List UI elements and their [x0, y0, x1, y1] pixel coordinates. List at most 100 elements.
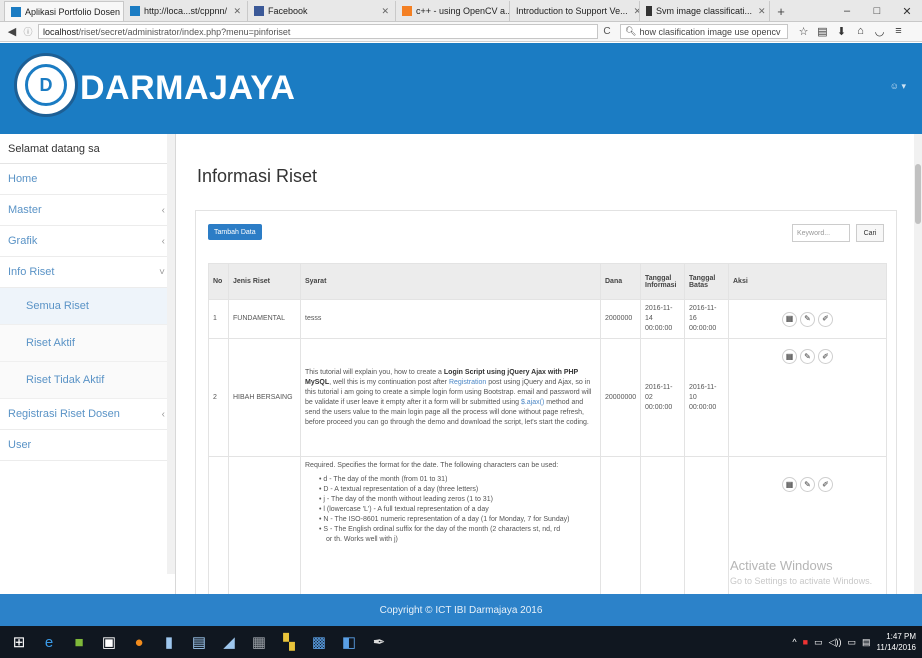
- maximize-icon[interactable]: □: [862, 0, 892, 22]
- main-content: Informasi Riset Tambah Data Keyword... C…: [177, 134, 914, 594]
- reload-icon[interactable]: C: [598, 26, 616, 37]
- photoshop-icon[interactable]: ▩: [304, 626, 334, 658]
- browser-tab[interactable]: c++ - using OpenCV a... ✕: [396, 1, 510, 21]
- add-data-button[interactable]: Tambah Data: [208, 224, 262, 240]
- browser-tab[interactable]: http://loca...st/cppnn/ ✕: [124, 1, 248, 21]
- user-menu[interactable]: ☺ ▾: [890, 81, 906, 92]
- list-item-text: d - The day of the month (from 01 to 31): [323, 476, 448, 483]
- detail-icon[interactable]: ▦: [782, 311, 797, 327]
- minimize-icon[interactable]: –: [832, 0, 862, 22]
- list-item: • D - A textual representation of a day …: [319, 486, 479, 493]
- close-icon[interactable]: ✕: [375, 6, 389, 17]
- list-item-text: D - A textual representation of a day (t…: [323, 486, 479, 493]
- download-icon[interactable]: ⬇: [832, 25, 851, 38]
- list-item-text: j - The day of the month without leading…: [323, 496, 493, 503]
- cell-no: 1: [208, 299, 229, 339]
- close-window-icon[interactable]: ✕: [892, 0, 922, 22]
- activate-windows-watermark: Activate Windows: [730, 558, 833, 573]
- welcome-text: Selamat datang sa: [0, 134, 175, 164]
- list-item: • l (lowercase 'L') - A full textual rep…: [319, 506, 489, 513]
- detail-icon[interactable]: ▦: [782, 349, 797, 364]
- brand-title: DARMAJAYA: [80, 69, 296, 107]
- search-button[interactable]: Cari: [856, 224, 884, 242]
- keyboard-icon[interactable]: ▭: [848, 637, 857, 648]
- visual-studio-icon[interactable]: ◧: [334, 626, 364, 658]
- chevron-up-icon[interactable]: ^: [792, 637, 796, 647]
- registration-link[interactable]: Registration: [449, 379, 486, 386]
- info-icon[interactable]: ⓘ: [20, 24, 36, 40]
- cell-tanggal-informasi: [640, 456, 685, 594]
- browser-tab[interactable]: Facebook ✕: [248, 1, 396, 21]
- back-icon[interactable]: ◀: [4, 24, 20, 40]
- tab-label: Svm image classificati...: [656, 6, 753, 16]
- page-scrollbar[interactable]: [914, 134, 922, 594]
- bookmark-star-icon[interactable]: ☆: [794, 25, 813, 38]
- sidebar-item-user[interactable]: User: [0, 430, 175, 461]
- close-icon[interactable]: ✕: [227, 6, 241, 17]
- windows-taskbar: ⊞ e ■ ▣ ● ▮ ▤ ◢ ▦ ▚ ▩ ◧ ✒ ^ ■ ▭ ◁)) ▭ ▤ …: [0, 626, 922, 658]
- detail-icon[interactable]: ▦: [782, 477, 797, 492]
- delete-icon[interactable]: ✐: [818, 349, 833, 364]
- notepad-icon[interactable]: ▤: [184, 626, 214, 658]
- file-explorer-icon[interactable]: ▣: [94, 626, 124, 658]
- new-tab-button[interactable]: +: [770, 1, 792, 21]
- edit-icon[interactable]: ✎: [800, 349, 815, 364]
- list-item: • N - The ISO-8601 numeric representatio…: [319, 516, 570, 523]
- cell-tanggal-informasi: 2016-11-14 00:00:00: [640, 299, 685, 339]
- sidebar-subitem-riset-tidak-aktif[interactable]: Riset Tidak Aktif: [0, 362, 175, 399]
- browser-nav-bar: ◀ ⓘ localhost /riset/secret/administrato…: [0, 22, 922, 42]
- firefox-icon[interactable]: ●: [124, 626, 154, 658]
- browser-tab[interactable]: Svm image classificati... ✕: [640, 1, 770, 21]
- system-tray: ^ ■ ▭ ◁)) ▭ ▤ 1:47 PM 11/14/2016: [792, 626, 916, 658]
- notification-icon[interactable]: ▤: [862, 637, 871, 648]
- sidebar-item-grafik[interactable]: Grafik ‹: [0, 226, 175, 257]
- browser-tab[interactable]: Aplikasi Portfolio Dosen ✕: [4, 1, 124, 21]
- network-icon[interactable]: ▭: [814, 637, 823, 648]
- windows-start-icon[interactable]: ⊞: [4, 626, 34, 658]
- sidebar-item-registrasi[interactable]: Registrasi Riset Dosen ‹: [0, 399, 175, 430]
- cell-no: 2: [208, 338, 229, 457]
- sidebar-item-label: Home: [8, 173, 38, 185]
- sidebar-scrollbar[interactable]: [167, 134, 175, 574]
- sidebar-subitem-riset-aktif[interactable]: Riset Aktif: [0, 325, 175, 362]
- ajax-link[interactable]: $.ajax(): [521, 399, 544, 406]
- calculator-icon[interactable]: ▦: [244, 626, 274, 658]
- table-header-row: No Jenis Riset Syarat Dana Tanggal Infor…: [208, 263, 887, 300]
- sidebar-subitem-semua-riset[interactable]: Semua Riset: [0, 288, 175, 325]
- tab-label: c++ - using OpenCV a...: [416, 6, 510, 16]
- delete-icon[interactable]: ✐: [818, 311, 833, 327]
- clock-time: 1:47 PM: [886, 632, 916, 641]
- sidebar-item-master[interactable]: Master ‹: [0, 195, 175, 226]
- edit-icon[interactable]: ✎: [800, 311, 815, 327]
- color-app-icon[interactable]: ▚: [274, 626, 304, 658]
- sidebar-item-home[interactable]: Home: [0, 164, 175, 195]
- close-icon[interactable]: ✕: [752, 6, 766, 17]
- cell-jenis: FUNDAMENTAL: [228, 299, 301, 339]
- tab-label: Facebook: [268, 6, 308, 16]
- edge-browser-icon[interactable]: e: [34, 626, 64, 658]
- reading-list-icon[interactable]: ▤: [813, 25, 832, 38]
- clock[interactable]: 1:47 PM 11/14/2016: [877, 631, 916, 653]
- pen-app-icon[interactable]: ◢: [214, 626, 244, 658]
- pocket-icon[interactable]: ◡: [870, 25, 889, 38]
- sidebar-item-info-riset[interactable]: Info Riset ˅: [0, 257, 175, 288]
- menu-icon[interactable]: ≡: [889, 25, 908, 38]
- volume-icon[interactable]: ◁)): [829, 637, 842, 648]
- close-icon[interactable]: ✕: [628, 6, 639, 17]
- search-bar[interactable]: 🔍︎ how clasification image use opencv: [620, 24, 788, 39]
- browser-tab[interactable]: Introduction to Support Ve... ✕: [510, 1, 640, 21]
- keyword-input[interactable]: Keyword...: [792, 224, 850, 242]
- store-icon[interactable]: ■: [64, 626, 94, 658]
- address-bar[interactable]: localhost /riset/secret/administrator/in…: [38, 24, 598, 39]
- edit-icon[interactable]: ✎: [800, 477, 815, 492]
- list-item-text: N - The ISO-8601 numeric representation …: [323, 516, 570, 523]
- home-icon[interactable]: ⌂: [851, 25, 870, 38]
- app-icon[interactable]: ▮: [154, 626, 184, 658]
- logo-emblem: D: [25, 64, 67, 106]
- tool-icon[interactable]: ✒: [364, 626, 394, 658]
- list-item: • d - The day of the month (from 01 to 3…: [319, 476, 448, 483]
- antivirus-icon[interactable]: ■: [803, 637, 808, 647]
- scrollbar-thumb[interactable]: [915, 164, 921, 224]
- table-row: 2 HIBAH BERSAING This tutorial will expl…: [208, 338, 887, 457]
- delete-icon[interactable]: ✐: [818, 477, 833, 492]
